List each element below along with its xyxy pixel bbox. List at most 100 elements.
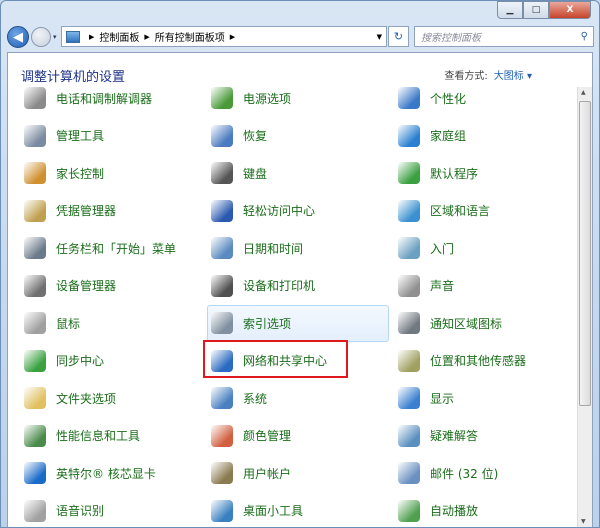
item-label: 区域和语言: [430, 204, 491, 218]
item-personalize[interactable]: 个性化: [386, 81, 566, 115]
item-system[interactable]: 系统: [199, 381, 379, 415]
item-sensor[interactable]: 位置和其他传感器: [386, 344, 566, 378]
item-notification[interactable]: 通知区域图标: [386, 306, 566, 340]
refresh-button[interactable]: ↻: [388, 26, 409, 47]
item-label: 恢复: [243, 129, 268, 143]
item-admin-tools[interactable]: 管理工具: [12, 119, 192, 153]
search-icon[interactable]: ⚲: [581, 31, 588, 42]
keyboard-icon: [211, 162, 233, 184]
item-label: 设备管理器: [56, 279, 117, 293]
item-sound[interactable]: 声音: [386, 269, 566, 303]
item-label: 邮件 (32 位): [430, 466, 499, 481]
credential-icon: [24, 199, 46, 222]
item-label: 凭据管理器: [56, 204, 117, 218]
mail-icon: [398, 462, 420, 484]
item-label: 电源选项: [243, 91, 292, 106]
item-troubleshoot[interactable]: 疑难解答: [386, 419, 566, 453]
parental-icon: [24, 162, 46, 184]
item-label: 性能信息和工具: [56, 429, 141, 443]
item-label: 入门: [430, 241, 455, 256]
item-label: 声音: [430, 279, 455, 293]
scrollbar-thumb[interactable]: [579, 101, 591, 406]
item-label: 通知区域图标: [430, 316, 503, 331]
item-label: 同步中心: [56, 354, 105, 368]
item-label: 索引选项: [243, 316, 292, 331]
item-label: 轻松访问中心: [243, 204, 316, 218]
item-label: 默认程序: [430, 166, 479, 181]
recent-pages-dropdown[interactable]: ▾: [53, 33, 57, 41]
item-datetime[interactable]: 日期和时间: [199, 231, 379, 265]
item-autoplay[interactable]: 自动播放: [386, 494, 566, 528]
performance-icon: [24, 424, 46, 447]
item-label: 鼠标: [56, 316, 81, 331]
maximize-button[interactable]: □: [523, 1, 549, 19]
item-default-programs[interactable]: 默认程序: [386, 156, 566, 190]
network-icon: [211, 349, 233, 372]
item-device-manager[interactable]: 设备管理器: [12, 269, 192, 303]
item-label: 网络和共享中心: [243, 354, 328, 368]
item-label: 颜色管理: [243, 429, 292, 443]
item-mail[interactable]: 邮件 (32 位): [386, 456, 566, 490]
folder-icon: [24, 387, 46, 409]
item-sync[interactable]: 同步中心: [12, 344, 192, 378]
item-homegroup[interactable]: 家庭组: [386, 119, 566, 153]
item-performance[interactable]: 性能信息和工具: [12, 419, 192, 453]
user-accounts-icon: [211, 462, 233, 484]
troubleshoot-icon: [398, 424, 420, 447]
close-button[interactable]: X: [549, 1, 591, 19]
item-keyboard[interactable]: 键盘: [199, 156, 379, 190]
item-mouse[interactable]: 鼠标: [12, 306, 192, 340]
power-icon: [211, 87, 233, 109]
minimize-button[interactable]: ▁: [497, 1, 523, 19]
item-network[interactable]: 网络和共享中心: [199, 344, 379, 378]
breadcrumb-all-items[interactable]: 所有控制面板项: [155, 29, 225, 44]
sync-icon: [24, 349, 46, 372]
item-recovery[interactable]: 恢复: [199, 119, 379, 153]
sensor-icon: [398, 349, 420, 372]
datetime-icon: [211, 237, 233, 259]
address-dropdown-icon[interactable]: ▼: [377, 33, 382, 41]
item-taskbar[interactable]: 任务栏和「开始」菜单: [12, 231, 192, 265]
control-panel-icon: [66, 30, 80, 43]
item-credential[interactable]: 凭据管理器: [12, 194, 192, 228]
item-parental[interactable]: 家长控制: [12, 156, 192, 190]
item-printer[interactable]: 设备和打印机: [199, 269, 379, 303]
item-label: 任务栏和「开始」菜单: [56, 241, 177, 256]
back-button[interactable]: ◀: [7, 26, 29, 48]
item-folder[interactable]: 文件夹选项: [12, 381, 192, 415]
region-icon: [398, 199, 420, 222]
item-power[interactable]: 电源选项: [199, 81, 379, 115]
item-label: 疑难解答: [430, 429, 479, 443]
item-label: 文件夹选项: [56, 391, 117, 406]
ease-access-icon: [211, 199, 233, 222]
gadgets-icon: [211, 499, 233, 522]
item-label: 管理工具: [56, 129, 105, 143]
intel-graphics-icon: [24, 462, 46, 484]
item-speech[interactable]: 语音识别: [12, 494, 192, 528]
view-by: 查看方式: 大图标 ▾: [444, 71, 532, 82]
item-ease-access[interactable]: 轻松访问中心: [199, 194, 379, 228]
item-label: 显示: [430, 391, 455, 406]
indexing-icon: [211, 312, 233, 334]
item-user-accounts[interactable]: 用户帐户: [199, 456, 379, 490]
address-bar[interactable]: ▶ 控制面板 ▶ 所有控制面板项 ▶ ▼: [61, 26, 387, 47]
item-intel-graphics[interactable]: 英特尔® 核芯显卡: [12, 456, 192, 490]
item-region[interactable]: 区域和语言: [386, 194, 566, 228]
printer-icon: [211, 274, 233, 297]
breadcrumb-control-panel[interactable]: 控制面板: [99, 29, 139, 44]
scrollbar[interactable]: ▲ ▼: [577, 87, 592, 527]
item-phone-modem[interactable]: 电话和调制解调器: [12, 81, 192, 115]
forward-button[interactable]: [31, 27, 51, 47]
display-icon: [398, 387, 420, 409]
item-label: 用户帐户: [243, 466, 292, 481]
item-getting-started[interactable]: 入门: [386, 231, 566, 265]
item-label: 键盘: [243, 166, 268, 181]
mouse-icon: [24, 312, 46, 334]
item-display[interactable]: 显示: [386, 381, 566, 415]
search-input[interactable]: 搜索控制面板 ⚲: [414, 26, 594, 47]
content-pane: 调整计算机的设置 查看方式: 大图标 ▾ 电话和调制解调器 电源选项 个性化 管理工具恢…: [7, 52, 593, 527]
item-color-management[interactable]: 颜色管理: [199, 419, 379, 453]
sound-icon: [398, 274, 420, 297]
item-indexing[interactable]: 索引选项: [199, 306, 379, 340]
item-gadgets[interactable]: 桌面小工具: [199, 494, 379, 528]
